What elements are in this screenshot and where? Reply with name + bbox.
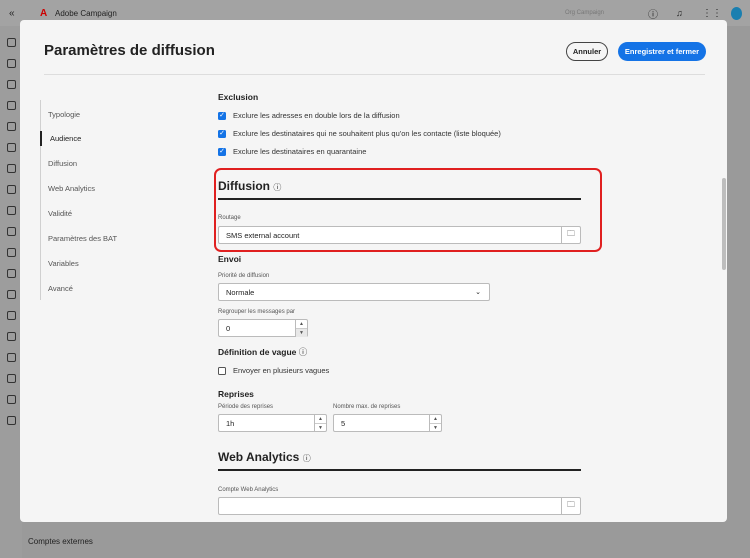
stepper-controls[interactable]: ▲ ▼ — [314, 415, 326, 431]
group-stepper[interactable]: 0 ▲ ▼ — [218, 319, 308, 337]
nav-icon[interactable] — [6, 416, 16, 425]
web-analytics-account-label: Compte Web Analytics — [218, 487, 279, 493]
avatar[interactable] — [731, 6, 742, 20]
retry-max-label: Nombre max. de reprises — [333, 404, 401, 410]
nav-icon[interactable] — [6, 353, 16, 362]
checkbox-label: Exclure les adresses en double lors de l… — [233, 111, 400, 120]
decrement-icon[interactable]: ▼ — [296, 328, 307, 337]
wave-title: Définition de vague — [218, 347, 297, 357]
increment-icon[interactable]: ▲ — [430, 415, 441, 423]
nav-icon[interactable] — [6, 164, 16, 173]
diffusion-title: Diffusion — [218, 179, 270, 193]
nav-icon[interactable] — [6, 122, 16, 131]
nav-icon[interactable] — [6, 59, 16, 68]
rail-bottom-label[interactable]: Comptes externes — [28, 537, 93, 546]
exclude-quarantine-checkbox[interactable]: ✓ Exclure les destinataires en quarantain… — [218, 147, 366, 156]
priority-label: Priorité de diffusion — [218, 273, 270, 279]
nav-icon[interactable] — [6, 227, 16, 236]
wave-heading: Définition de vague ⓘ — [218, 346, 307, 358]
checkbox-checked-icon[interactable]: ✓ — [218, 111, 226, 120]
nav-validite[interactable]: Validité — [48, 209, 72, 218]
retries-heading: Reprises — [218, 389, 254, 399]
bell-icon[interactable]: ♫ — [676, 8, 683, 18]
info-icon[interactable]: ⓘ — [299, 347, 308, 357]
chevron-down-icon: ⌄ — [475, 289, 481, 296]
web-analytics-title: Web Analytics — [218, 450, 300, 464]
checkbox-checked-icon[interactable]: ✓ — [218, 147, 226, 156]
exclude-duplicates-checkbox[interactable]: ✓ Exclure les adresses en double lors de … — [218, 111, 400, 120]
dialog-title: Paramètres de diffusion — [44, 42, 215, 59]
nav-icon[interactable] — [6, 269, 16, 278]
folder-search-icon[interactable]: 🗀 — [561, 227, 580, 243]
info-icon[interactable]: ⓘ — [303, 454, 311, 463]
nav-icon[interactable] — [6, 80, 16, 89]
checkbox-label: Exclure les destinataires qui ne souhait… — [233, 129, 501, 138]
scrollbar[interactable] — [722, 178, 726, 270]
priority-select[interactable]: Normale ⌄ — [218, 283, 490, 301]
nav-variables[interactable]: Variables — [48, 259, 79, 268]
nav-audience[interactable]: Audience — [40, 131, 81, 146]
retry-period-stepper[interactable]: 1h ▲ ▼ — [218, 414, 327, 432]
routing-label: Routage — [218, 215, 241, 221]
checkbox-unchecked-icon[interactable] — [218, 366, 226, 375]
increment-icon[interactable]: ▲ — [296, 320, 307, 328]
web-analytics-account-field[interactable]: 🗀 — [218, 497, 581, 515]
checkbox-checked-icon[interactable]: ✓ — [218, 129, 226, 138]
nav-icon[interactable] — [6, 311, 16, 320]
checkbox-label: Envoyer en plusieurs vagues — [233, 366, 330, 375]
checkbox-label: Exclure les destinataires en quarantaine — [233, 147, 367, 156]
nav-icon[interactable] — [6, 290, 16, 299]
exclusion-heading: Exclusion — [218, 92, 259, 102]
cancel-button[interactable]: Annuler — [566, 42, 608, 61]
home-icon[interactable] — [6, 38, 16, 47]
routing-value: SMS external account — [226, 230, 300, 240]
retry-period-value: 1h — [226, 418, 235, 428]
delivery-settings-dialog: Paramètres de diffusion Annuler Enregist… — [20, 20, 727, 522]
nav-icon[interactable] — [6, 206, 16, 215]
retry-period-label: Période des reprises — [218, 404, 274, 410]
nav-icon[interactable] — [6, 101, 16, 110]
folder-search-icon[interactable]: 🗀 — [561, 498, 580, 514]
increment-icon[interactable]: ▲ — [315, 415, 326, 423]
group-label: Regrouper les messages par — [218, 309, 296, 315]
nav-icon[interactable] — [6, 332, 16, 341]
routing-field[interactable]: SMS external account 🗀 — [218, 226, 581, 244]
priority-value: Normale — [226, 287, 255, 297]
divider — [44, 74, 705, 75]
org-switcher[interactable]: Org Campaign — [565, 10, 604, 16]
stepper-controls[interactable]: ▲ ▼ — [429, 415, 441, 431]
section-nav — [40, 100, 41, 300]
multiple-waves-checkbox[interactable]: Envoyer en plusieurs vagues — [218, 366, 329, 375]
left-rail — [0, 26, 22, 558]
nav-icon[interactable] — [6, 374, 16, 383]
nav-icon[interactable] — [6, 185, 16, 194]
nav-icon[interactable] — [6, 143, 16, 152]
decrement-icon[interactable]: ▼ — [315, 423, 326, 432]
retry-max-value: 5 — [341, 418, 346, 428]
nav-bat[interactable]: Paramètres des BAT — [48, 234, 117, 243]
apps-grid-icon[interactable]: ⋮⋮ — [702, 8, 722, 19]
retry-max-stepper[interactable]: 5 ▲ ▼ — [333, 414, 442, 432]
decrement-icon[interactable]: ▼ — [430, 423, 441, 432]
section-rule — [218, 469, 581, 471]
collapse-icon[interactable]: « — [9, 8, 15, 19]
nav-icon[interactable] — [6, 395, 16, 404]
group-value: 0 — [226, 323, 231, 333]
nav-typologie[interactable]: Typologie — [48, 110, 80, 119]
envoi-heading: Envoi — [218, 254, 242, 264]
stepper-controls[interactable]: ▲ ▼ — [295, 320, 307, 337]
nav-diffusion[interactable]: Diffusion — [48, 159, 77, 168]
web-analytics-heading: Web Analytics ⓘ — [218, 450, 311, 464]
info-icon[interactable]: ⓘ — [273, 183, 281, 192]
exclude-blocklist-checkbox[interactable]: ✓ Exclure les destinataires qui ne souhai… — [218, 129, 501, 138]
nav-icon[interactable] — [6, 248, 16, 257]
help-icon[interactable]: ⓘ — [648, 6, 658, 21]
app-name: Adobe Campaign — [55, 8, 117, 18]
save-and-close-button[interactable]: Enregistrer et fermer — [618, 42, 706, 61]
adobe-logo-icon: A — [40, 7, 48, 19]
nav-avance[interactable]: Avancé — [48, 284, 73, 293]
diffusion-heading: Diffusion ⓘ — [218, 179, 281, 193]
nav-web-analytics[interactable]: Web Analytics — [48, 184, 95, 193]
section-rule — [218, 198, 581, 200]
